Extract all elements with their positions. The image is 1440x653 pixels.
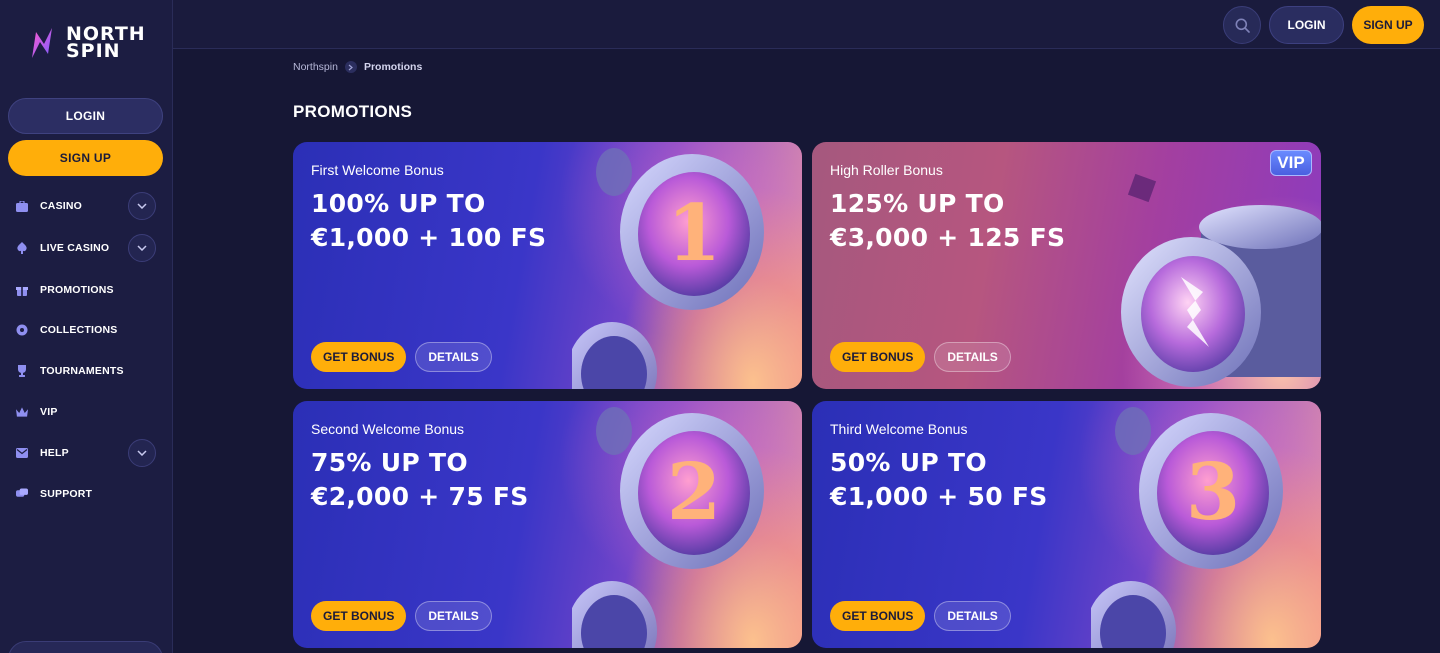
chevron-down-icon[interactable] (128, 192, 156, 220)
logo-text: NORTH SPIN (66, 23, 146, 62)
sidebar-item-label: TOURNAMENTS (40, 365, 124, 377)
details-button[interactable]: DETAILS (934, 342, 1011, 372)
promo-subtitle: High Roller Bonus (830, 162, 943, 178)
crown-icon (16, 406, 28, 418)
header-signup-button[interactable]: SIGN UP (1352, 6, 1424, 44)
promo-card-high-roller[interactable]: VIP High Roller Bonus 125% UP TO €3,000 … (812, 142, 1321, 389)
chevron-down-icon[interactable] (128, 439, 156, 467)
sidebar: NORTH SPIN LOGIN SIGN UP CASINO LIVE CAS… (0, 0, 173, 653)
sidebar-item-vip[interactable]: VIP (0, 397, 173, 427)
sidebar-login-button[interactable]: LOGIN (8, 98, 163, 134)
sidebar-item-casino[interactable]: CASINO (0, 191, 173, 221)
sidebar-item-label: SUPPORT (40, 488, 93, 500)
mail-icon (16, 447, 28, 459)
sidebar-item-help[interactable]: HELP (0, 438, 173, 468)
header-login-button[interactable]: LOGIN (1269, 6, 1344, 44)
svg-text:2: 2 (667, 447, 721, 538)
coin-3-illustration: 3 (1091, 407, 1283, 648)
sidebar-item-tournaments[interactable]: TOURNAMENTS (0, 356, 173, 386)
details-button[interactable]: DETAILS (415, 601, 492, 631)
promo-subtitle: Second Welcome Bonus (311, 421, 465, 437)
promo-card-first-welcome[interactable]: 1 First Welcome Bonus 100% UP TO €1,000 … (293, 142, 802, 389)
chevron-right-icon (344, 61, 357, 73)
sidebar-item-support[interactable]: SUPPORT (0, 479, 173, 509)
sidebar-signup-button[interactable]: SIGN UP (8, 140, 163, 176)
search-button[interactable] (1223, 6, 1261, 44)
promo-headline: 125% UP TO €3,000 + 125 FS (830, 189, 1066, 252)
promo-card-third-welcome[interactable]: 3 Third Welcome Bonus 50% UP TO €1,000 +… (812, 401, 1321, 648)
sidebar-item-live-casino[interactable]: LIVE CASINO (0, 233, 173, 263)
sidebar-bottom-control[interactable] (8, 641, 163, 653)
promo-headline: 100% UP TO €1,000 + 100 FS (311, 189, 547, 252)
page-title: PROMOTIONS (293, 102, 413, 121)
get-bonus-button[interactable]: GET BONUS (311, 601, 407, 631)
sidebar-item-label: HELP (40, 447, 69, 459)
get-bonus-button[interactable]: GET BONUS (830, 601, 926, 631)
briefcase-icon (16, 200, 28, 212)
promo-subtitle: Third Welcome Bonus (830, 421, 968, 437)
breadcrumb-home-link[interactable]: Northspin (293, 61, 338, 73)
svg-text:3: 3 (1186, 447, 1240, 538)
northspin-logo-icon (32, 28, 52, 58)
svg-text:1: 1 (667, 188, 721, 279)
get-bonus-button[interactable]: GET BONUS (830, 342, 926, 372)
logo[interactable]: NORTH SPIN (30, 23, 146, 62)
promo-headline: 50% UP TO €1,000 + 50 FS (830, 448, 1048, 511)
coin-1-illustration: 1 (572, 148, 764, 389)
chevron-down-icon[interactable] (128, 234, 156, 262)
vip-badge: VIP (1270, 150, 1312, 176)
promo-card-second-welcome[interactable]: 2 Second Welcome Bonus 75% UP TO €2,000 … (293, 401, 802, 648)
details-button[interactable]: DETAILS (415, 342, 492, 372)
promo-subtitle: First Welcome Bonus (311, 162, 444, 178)
coin-2-illustration: 2 (572, 407, 764, 648)
sidebar-item-label: VIP (40, 406, 58, 418)
sidebar-item-label: PROMOTIONS (40, 284, 114, 296)
get-bonus-button[interactable]: GET BONUS (311, 342, 407, 372)
coin-stack-illustration (1121, 173, 1321, 387)
breadcrumb-current: Promotions (363, 61, 423, 73)
sidebar-item-label: COLLECTIONS (40, 324, 118, 336)
breadcrumb: Northspin Promotions (293, 61, 422, 73)
chat-icon (16, 488, 28, 500)
search-icon (1235, 18, 1250, 33)
sidebar-item-label: LIVE CASINO (40, 242, 110, 254)
sidebar-item-collections[interactable]: COLLECTIONS (0, 315, 173, 345)
collections-icon (16, 324, 28, 336)
gift-icon (16, 284, 28, 296)
details-button[interactable]: DETAILS (934, 601, 1011, 631)
spade-icon (16, 242, 28, 254)
sidebar-item-promotions[interactable]: PROMOTIONS (0, 275, 173, 305)
sidebar-item-label: CASINO (40, 200, 83, 212)
trophy-icon (16, 365, 28, 377)
promo-headline: 75% UP TO €2,000 + 75 FS (311, 448, 529, 511)
